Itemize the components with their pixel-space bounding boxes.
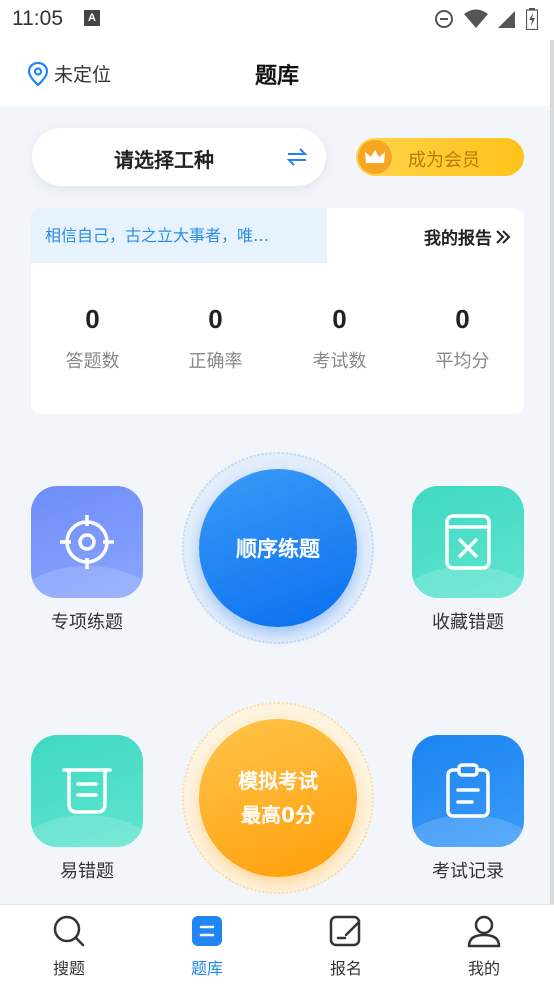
search-icon [53,915,85,947]
tab-label: 报名 [329,959,362,978]
mock-exam-label: 模拟考试 [238,769,318,793]
stat-answered: 0 答题数 [31,304,154,373]
status-icons [434,8,538,30]
stat-label: 平均分 [435,351,490,372]
my-report-label: 我的报告 [424,229,492,249]
exam-record-button[interactable] [412,735,524,847]
stat-value: 0 [208,304,223,334]
stat-exams: 0 考试数 [278,304,401,373]
sequential-practice-label: 顺序练题 [236,537,320,561]
app-header: 未定位 题库 [0,40,554,106]
special-practice-label: 专项练题 [51,612,123,633]
status-time: 11:05 [12,7,63,30]
bookmark-error-icon [445,514,491,570]
exam-record-label: 考试记录 [432,861,504,882]
dnd-icon [435,10,453,28]
battery-icon [526,8,538,30]
stat-average-score: 0 平均分 [401,304,524,373]
sequential-practice-button[interactable]: 顺序练题 [199,469,357,627]
tab-question-bank[interactable]: 题库 [138,905,276,984]
stat-accuracy: 0 正确率 [154,304,277,373]
status-bar: 11:05 A [0,0,554,40]
signup-icon [329,915,361,947]
tab-label: 我的 [467,959,500,978]
easy-wrong-label: 易错题 [60,861,114,882]
signal-icon [498,11,515,28]
special-practice-button[interactable] [31,486,143,598]
tab-label: 题库 [190,959,223,978]
tab-label: 搜题 [52,959,85,978]
swap-icon [286,148,308,166]
target-icon [60,515,114,569]
stats-card: 相信自己，古之立大事者，唯… 我的报告 0 答题数 0 正确率 0 考试数 0 … [31,208,524,414]
crown-icon [358,140,392,174]
page-title: 题库 [254,64,299,89]
notification-icon: A [84,10,100,26]
stat-label: 正确率 [188,351,243,372]
tab-search[interactable]: 搜题 [0,905,138,984]
mock-exam-button[interactable]: 模拟考试 最高0分 [199,719,357,877]
tab-signup[interactable]: 报名 [277,905,415,984]
job-type-selector[interactable]: 请选择工种 [32,128,326,186]
favorite-mistakes-label: 收藏错题 [432,612,504,633]
wifi-icon [464,9,488,28]
user-icon [467,915,501,948]
tab-mine[interactable]: 我的 [415,905,553,984]
become-member-button[interactable]: 成为会员 [356,138,524,176]
clipboard-icon [446,763,490,818]
become-member-label: 成为会员 [408,150,480,171]
favorite-mistakes-button[interactable] [412,486,524,598]
bottom-tab-bar: 搜题 题库 报名 我的 [0,904,554,984]
stat-value: 0 [85,304,100,334]
question-bank-icon [192,916,222,946]
scrollbar[interactable] [550,40,554,904]
motto-banner: 相信自己，古之立大事者，唯… [31,208,327,263]
stat-label: 答题数 [65,351,120,372]
job-type-label: 请选择工种 [114,148,214,172]
my-report-link[interactable]: 我的报告 [424,224,512,249]
easy-wrong-button[interactable] [31,735,143,847]
stat-value: 0 [332,304,347,334]
double-chevron-right-icon [496,229,511,244]
stat-label: 考试数 [312,351,367,372]
mock-exam-best-score: 最高0分 [241,803,315,827]
easy-wrong-icon [62,768,112,814]
stat-value: 0 [455,304,470,334]
